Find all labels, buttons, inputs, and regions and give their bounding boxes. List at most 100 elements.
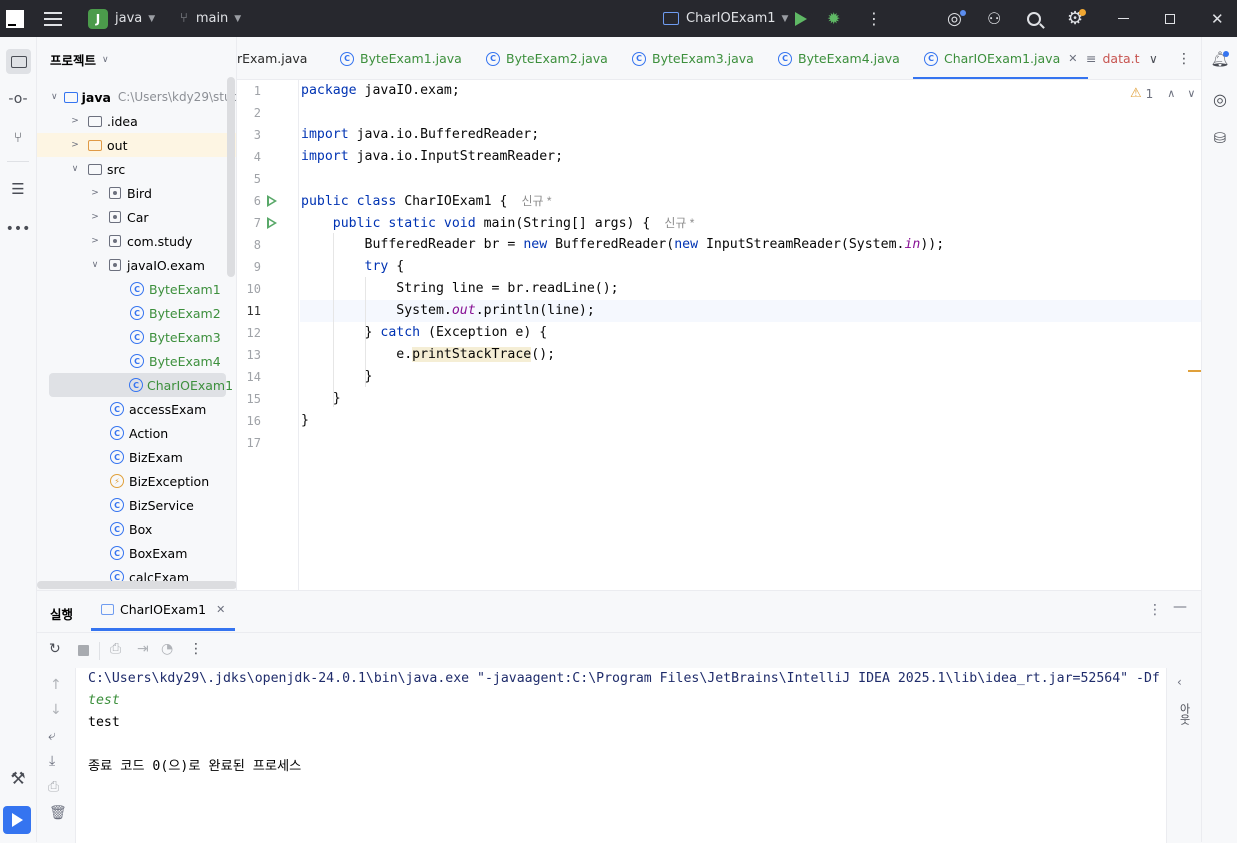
more-vertical-icon[interactable]: ⋮ — [189, 641, 203, 657]
notifications-tool-button[interactable]: 🔔︎ — [1210, 49, 1230, 69]
warning-icon: ⚠ — [1130, 86, 1142, 101]
tree-item-bizservice[interactable]: C BizService — [37, 493, 236, 517]
tree-item-byteexam2[interactable]: C ByteExam2 — [37, 301, 236, 325]
close-tab-icon[interactable]: ✕ — [1068, 52, 1077, 65]
pull-request-icon: ⑂ — [13, 130, 23, 146]
run-button[interactable] — [795, 0, 807, 37]
maximize-button[interactable] — [1165, 0, 1175, 37]
tree-item-bizexception[interactable]: ⚡ BizException — [37, 469, 236, 493]
ai-chat-tool-button[interactable]: ◎ — [1210, 89, 1230, 109]
tree-item-javaio-exam[interactable]: ∨ javaIO.exam — [37, 253, 236, 277]
scroll-down-icon[interactable]: ↓ — [50, 702, 62, 718]
profiler-icon[interactable]: ◔ — [161, 641, 173, 657]
code-with-me-button[interactable]: ⚇ — [987, 0, 1001, 37]
notification-dot — [1223, 51, 1229, 57]
git-branch-icon: ⑂ — [180, 11, 188, 26]
tree-item-label: java — [81, 89, 111, 105]
project-tool-button[interactable] — [6, 49, 31, 74]
camera-icon[interactable]: ⎙ — [110, 641, 121, 657]
warning-stripe-marker[interactable] — [1188, 370, 1201, 372]
inspection-widget[interactable]: ⚠ 1 ∧ ∨ — [1130, 86, 1195, 101]
console-output-line: test — [88, 715, 120, 730]
class-icon: C — [632, 51, 646, 66]
run-config-selector[interactable]: CharIOExam1 ▼ — [663, 0, 788, 37]
more-vertical-icon[interactable]: ⋮ — [1148, 602, 1162, 618]
run-tab-chariexam1[interactable]: CharIOExam1 ✕ — [91, 591, 236, 631]
line-number: 10 — [246, 282, 261, 296]
tree-item-action[interactable]: C Action — [37, 421, 236, 445]
chevron-left-icon[interactable]: ‹ — [1177, 675, 1182, 689]
tab-byteexam3[interactable]: C ByteExam3.java — [632, 37, 754, 79]
branch-switcher[interactable]: ⑂ main ▼ — [180, 0, 241, 37]
project-panel-header[interactable]: 프로젝트 ∨ — [50, 50, 109, 69]
tree-item-chariexam1[interactable]: C CharIOExam1 — [49, 373, 233, 397]
warning-count: 1 — [1145, 86, 1154, 101]
tree-item-root[interactable]: ∨ java C:\Users\kdy29\stud — [37, 85, 236, 109]
database-tool-button[interactable]: ⛁ — [1210, 128, 1230, 148]
tab-byteexam1[interactable]: C ByteExam1.java — [340, 37, 462, 79]
tree-item-bird[interactable]: > Bird — [37, 181, 236, 205]
rerun-icon[interactable]: ↻ — [49, 641, 61, 657]
main-menu-icon[interactable] — [44, 0, 62, 37]
tab-byteexam4[interactable]: C ByteExam4.java — [778, 37, 900, 79]
tree-item-com-study[interactable]: > com.study — [37, 229, 236, 253]
code-editor[interactable]: 1 2 3 4 5 6 7 8 9 10 11 12 13 14 15 16 1… — [237, 80, 1201, 590]
trash-icon[interactable]: 🗑︎ — [49, 805, 67, 821]
project-switcher[interactable]: J java ▼ — [88, 0, 155, 37]
tab-list-button[interactable]: ∨ — [1149, 37, 1158, 79]
next-highlight-icon[interactable]: ∨ — [1187, 87, 1195, 100]
tree-item-out[interactable]: > out — [37, 133, 236, 157]
tree-item-bizexam[interactable]: C BizExam — [37, 445, 236, 469]
close-window-button[interactable]: ✕ — [1211, 0, 1224, 37]
run-panel: 실행 CharIOExam1 ✕ ⋮ — ↻ ⎙ ⇥ ◔ ⋮ ↑ ↓ ⤶ ⤓ ⎙… — [37, 590, 1201, 843]
pull-requests-tool-button[interactable]: ⑂ — [8, 128, 28, 148]
ai-assistant-button[interactable]: ◎ — [947, 0, 966, 37]
print-icon[interactable]: ⎙ — [48, 779, 59, 795]
export-icon[interactable]: ⇥ — [137, 641, 149, 657]
horizontal-scrollbar[interactable] — [37, 581, 236, 589]
structure-tool-button[interactable]: ☰ — [8, 179, 28, 199]
tab-chariexam1[interactable]: C CharIOExam1.java ✕ — [913, 37, 1089, 79]
more-tools-button[interactable]: ••• — [6, 219, 31, 239]
tree-item-byteexam3[interactable]: C ByteExam3 — [37, 325, 236, 349]
debug-button[interactable]: ✹ — [827, 0, 840, 37]
settings-button[interactable]: ⚙ — [1067, 0, 1086, 37]
tree-item-src[interactable]: ∨ src — [37, 157, 236, 181]
class-icon: C — [129, 329, 145, 345]
tree-item-label: ByteExam2 — [149, 305, 221, 321]
tree-item-byteexam1[interactable]: C ByteExam1 — [37, 277, 236, 301]
tab-byteexam2[interactable]: C ByteExam2.java — [486, 37, 608, 79]
app-logo-icon[interactable] — [6, 0, 24, 37]
minimize-button[interactable] — [1118, 0, 1129, 37]
app-config-icon — [101, 604, 114, 615]
expand-arrow-icon: ∨ — [91, 260, 99, 270]
tree-item-box[interactable]: C Box — [37, 517, 236, 541]
tab-rexam[interactable]: rExam.java — [237, 37, 307, 79]
vertical-scrollbar[interactable] — [227, 77, 235, 277]
tab-data[interactable]: ≡ data.t — [1086, 37, 1140, 79]
run-gutter-icon[interactable] — [267, 195, 277, 207]
build-tool-button[interactable]: ⚒ — [8, 769, 28, 789]
scroll-up-icon[interactable]: ↑ — [50, 677, 62, 693]
tree-item-accessexam[interactable]: C accessExam — [37, 397, 236, 421]
run-tool-button[interactable] — [3, 806, 31, 834]
commit-tool-button[interactable]: -o- — [8, 89, 28, 109]
stop-icon[interactable] — [78, 645, 89, 656]
close-tab-icon[interactable]: ✕ — [216, 603, 225, 616]
soft-wrap-icon[interactable]: ⤶ — [48, 728, 56, 744]
console-output[interactable]: C:\Users\kdy29\.jdks\openjdk-24.0.1\bin\… — [75, 668, 1167, 843]
more-actions-button[interactable]: ⋮ — [866, 0, 882, 37]
previous-highlight-icon[interactable]: ∧ — [1167, 87, 1175, 100]
tree-item-car[interactable]: > Car — [37, 205, 236, 229]
scroll-to-end-icon[interactable]: ⤓ — [49, 753, 55, 769]
code-line-11: System.out.println(line); — [301, 303, 595, 318]
line-number: 16 — [246, 414, 261, 428]
search-everywhere-button[interactable] — [1027, 0, 1045, 37]
tree-item-idea[interactable]: > .idea — [37, 109, 236, 133]
tab-more-button[interactable]: ⋮ — [1177, 37, 1191, 79]
tree-item-byteexam4[interactable]: C ByteExam4 — [37, 349, 236, 373]
tree-item-boxexam[interactable]: C BoxExam — [37, 541, 236, 565]
output-side-tab[interactable]: 아웃 — [1176, 703, 1192, 725]
run-gutter-icon[interactable] — [267, 217, 277, 229]
minimize-panel-icon[interactable]: — — [1173, 599, 1187, 615]
